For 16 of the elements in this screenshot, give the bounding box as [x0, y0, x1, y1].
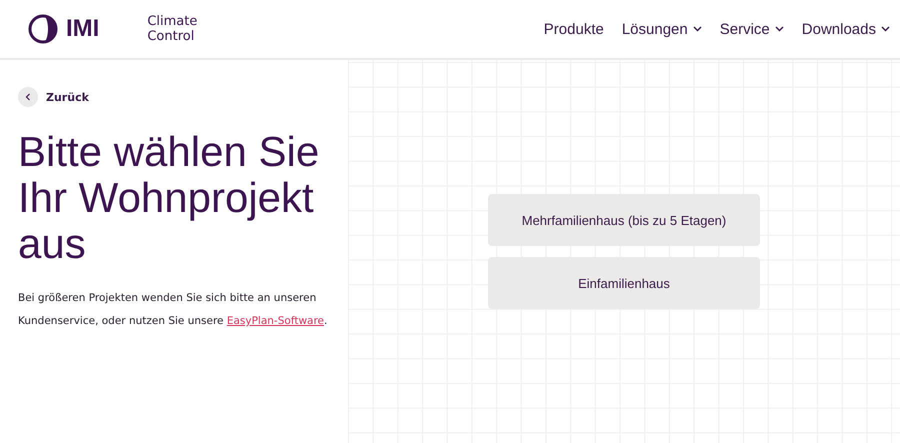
logo-ring-icon	[28, 14, 58, 44]
chevron-down-icon	[774, 26, 784, 32]
chevron-down-icon	[692, 26, 702, 32]
intro-paragraph: Bei größeren Projekten wenden Sie sich bitte an unseren Kundenservice, oder nutzen Sie unsere EasyPlan-Software.	[18, 291, 328, 329]
nav-link[interactable]: Lösungen	[622, 20, 702, 38]
nav-link[interactable]: Service	[720, 20, 784, 38]
logo[interactable]: IMI	[66, 15, 100, 43]
nav-link[interactable]: Downloads	[802, 20, 890, 38]
project-option-button[interactable]: Mehrfamilienhaus (bis zu 5 Etagen)	[488, 194, 760, 246]
chevron-down-icon	[881, 26, 890, 32]
easyplan-link[interactable]: EasyPlan-Software	[226, 315, 324, 327]
nav-link[interactable]: Produkte	[544, 20, 604, 38]
page-title: Bitte wählen Sie Ihr Wohnprojekt aus	[18, 129, 320, 267]
brand-line: Climate Control	[147, 14, 198, 44]
back-link[interactable]: Zurück	[18, 87, 89, 107]
project-option-button[interactable]: Einfamilienhaus	[488, 257, 760, 309]
